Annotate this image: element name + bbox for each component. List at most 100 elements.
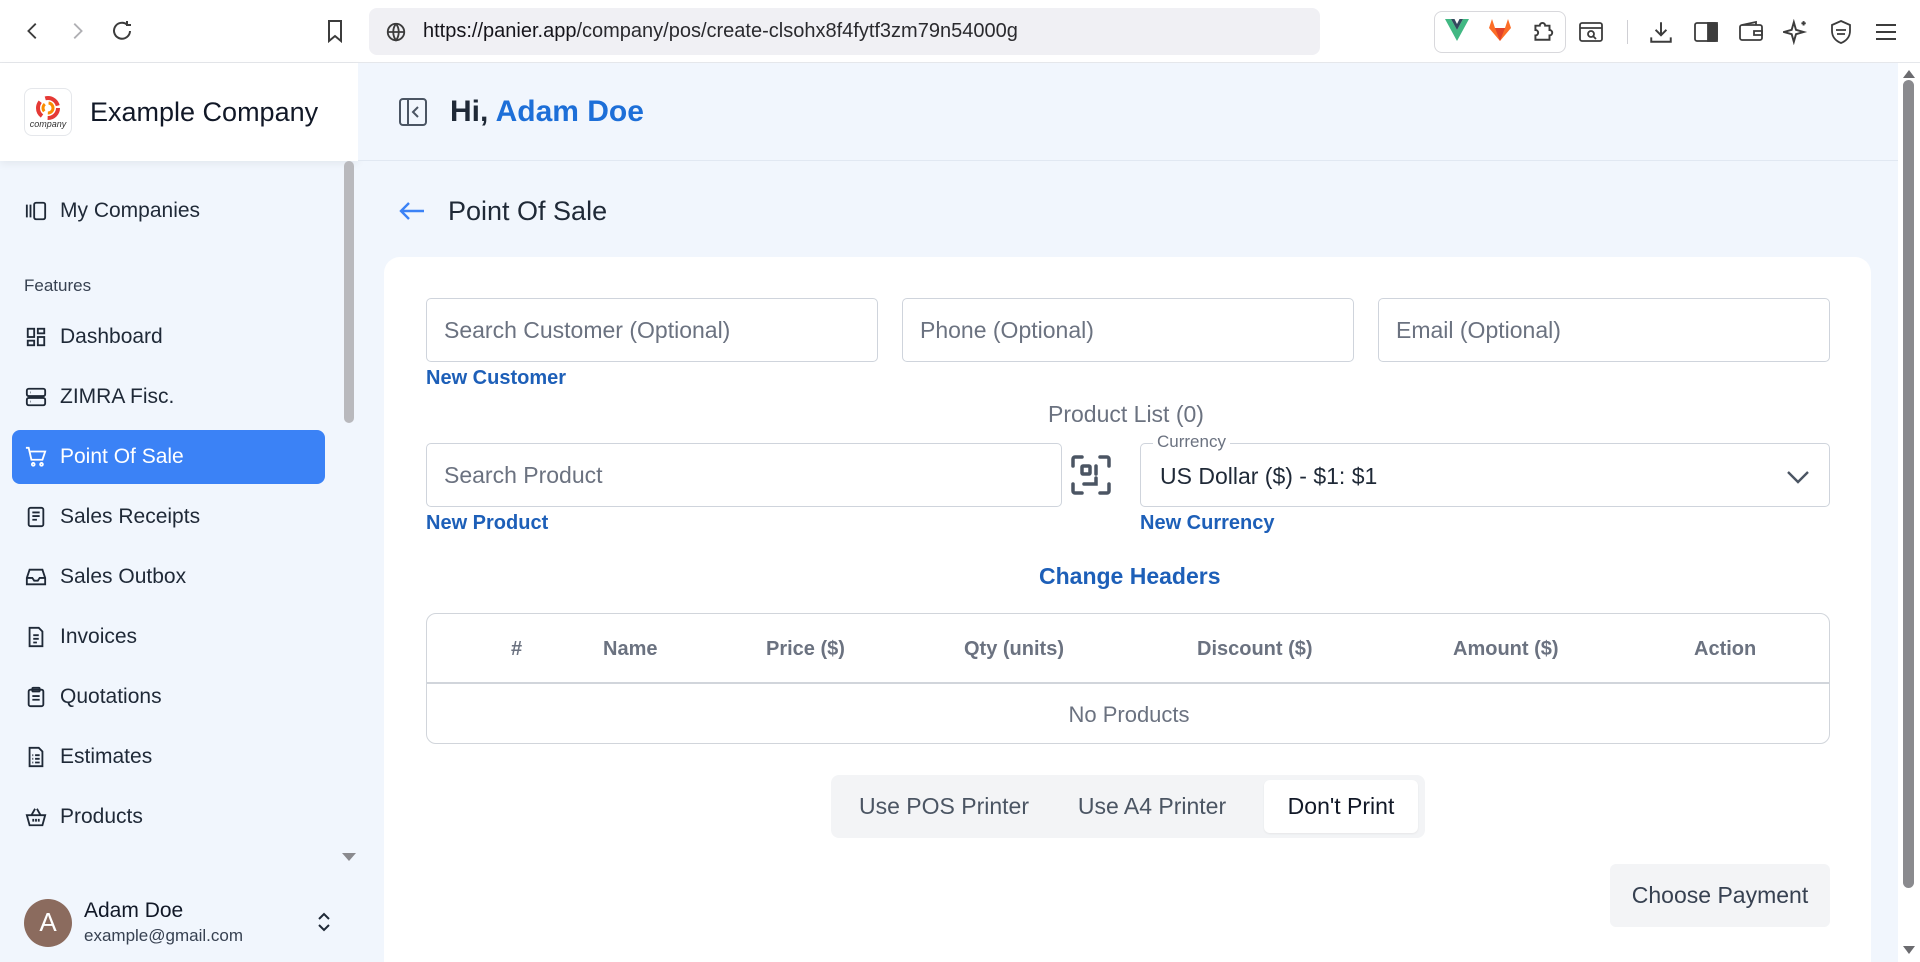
page-scrollbar-thumb[interactable]	[1903, 80, 1914, 888]
company-logo: company	[24, 88, 72, 136]
inbox-icon	[24, 565, 48, 589]
email-field[interactable]	[1378, 298, 1830, 362]
currency-select[interactable]: Currency US Dollar ($) - $1: $1	[1140, 432, 1830, 507]
table-header: # Name Price ($) Qty (units) Discount ($…	[427, 614, 1829, 684]
currency-label: Currency	[1153, 432, 1230, 452]
scroll-down-arrow-icon[interactable]	[340, 850, 358, 864]
greeting: Hi, Adam Doe	[450, 94, 644, 128]
sidebar-item-zimra[interactable]: ZIMRA Fisc.	[12, 370, 325, 424]
section-label-features: Features	[24, 276, 92, 295]
sidebar-icon[interactable]	[1690, 16, 1722, 48]
vue-extension-icon[interactable]	[1444, 18, 1470, 47]
sidebar-item-point-of-sale[interactable]: Point Of Sale	[12, 430, 325, 484]
dashboard-icon	[24, 325, 48, 349]
currency-value: US Dollar ($) - $1: $1	[1160, 463, 1378, 489]
url-text: https://panier.app/company/pos/create-cl…	[423, 20, 1018, 42]
use-pos-printer-button[interactable]: Use POS Printer	[837, 780, 1051, 833]
clipboard-icon	[24, 685, 48, 709]
column-header-amount: Amount ($)	[1453, 638, 1559, 660]
sidebar-item-label: Products	[60, 805, 143, 828]
menu-icon[interactable]	[1870, 16, 1902, 48]
sidebar: company Example Company My Companies Fea…	[0, 63, 358, 962]
email-input[interactable]	[1396, 316, 1801, 344]
product-search-input[interactable]	[444, 461, 1015, 489]
sidebar-item-label: My Companies	[60, 199, 201, 222]
sidebar-item-label: Invoices	[60, 625, 138, 648]
bookmark-icon[interactable]	[318, 14, 352, 48]
extensions-puzzle-icon[interactable]	[1530, 17, 1556, 48]
shield-icon[interactable]	[1825, 16, 1857, 48]
print-option-group: Use POS Printer Use A4 Printer Don't Pri…	[831, 775, 1425, 838]
product-list-label: Product List (0)	[1048, 401, 1204, 427]
dont-print-button[interactable]: Don't Print	[1264, 780, 1418, 833]
avatar: A	[24, 898, 72, 947]
scroll-down-arrow-icon[interactable]	[1900, 944, 1918, 956]
greeting-user-name: Adam Doe	[495, 94, 644, 128]
column-header-name: Name	[603, 638, 658, 660]
new-currency-link[interactable]: New Currency	[1140, 512, 1275, 535]
new-customer-link[interactable]: New Customer	[426, 367, 566, 390]
sidebar-item-label: Sales Outbox	[60, 565, 187, 588]
use-a4-printer-button[interactable]: Use A4 Printer	[1051, 780, 1253, 833]
choose-payment-button[interactable]: Choose Payment	[1610, 864, 1830, 927]
sidebar-item-products[interactable]: Products	[12, 790, 325, 844]
wallet-icon[interactable]	[1735, 16, 1767, 48]
user-email: example@gmail.com	[84, 926, 243, 945]
page-heading: Point Of Sale	[396, 191, 607, 231]
user-info: Adam Doe example@gmail.com	[84, 899, 243, 946]
site-info-icon[interactable]	[383, 19, 409, 45]
download-icon[interactable]	[1645, 16, 1677, 48]
list-doc-icon	[24, 745, 48, 769]
product-search-field[interactable]	[426, 443, 1062, 507]
sidebar-item-dashboard[interactable]: Dashboard	[12, 310, 325, 364]
sidebar-item-quotations[interactable]: Quotations	[12, 670, 325, 724]
invoice-icon	[24, 625, 48, 649]
sidebar-item-label: ZIMRA Fisc.	[60, 385, 175, 408]
sidebar-item-sales-outbox[interactable]: Sales Outbox	[12, 550, 325, 604]
forward-icon[interactable]	[60, 14, 94, 48]
column-header-action: Action	[1694, 638, 1757, 660]
pos-card	[384, 257, 1871, 962]
column-header-discount: Discount ($)	[1197, 638, 1313, 660]
sidebar-item-invoices[interactable]: Invoices	[12, 610, 325, 664]
cart-icon	[24, 445, 48, 469]
browser-toolbar: https://panier.app/company/pos/create-cl…	[0, 0, 1920, 63]
new-product-link[interactable]: New Product	[426, 512, 548, 535]
chevron-up-down-icon[interactable]	[312, 907, 336, 937]
receipt-icon	[24, 505, 48, 529]
empty-table-message: No Products	[1068, 702, 1190, 727]
search-page-icon[interactable]	[1575, 16, 1607, 48]
basket-icon	[24, 805, 48, 829]
sidebar-item-label: Quotations	[60, 685, 162, 708]
gitlab-extension-icon[interactable]	[1487, 18, 1513, 47]
sidebar-item-label: Estimates	[60, 745, 153, 768]
barcode-scan-icon[interactable]	[1068, 452, 1114, 498]
phone-field[interactable]	[902, 298, 1354, 362]
reload-icon[interactable]	[105, 14, 139, 48]
customer-search-field[interactable]	[426, 298, 878, 362]
company-name: Example Company	[90, 96, 319, 127]
sidebar-item-estimates[interactable]: Estimates	[12, 730, 325, 784]
collapse-sidebar-icon[interactable]	[396, 95, 430, 129]
top-header: Hi, Adam Doe	[358, 63, 1898, 161]
column-header-index: #	[511, 638, 523, 660]
server-icon	[24, 385, 48, 409]
column-header-price: Price ($)	[766, 638, 845, 660]
customer-search-input[interactable]	[444, 316, 849, 344]
sidebar-item-sales-receipts[interactable]: Sales Receipts	[12, 490, 325, 544]
page-title: Point Of Sale	[448, 195, 608, 226]
address-bar[interactable]: https://panier.app/company/pos/create-cl…	[369, 8, 1320, 55]
scroll-up-arrow-icon[interactable]	[1900, 68, 1918, 80]
user-profile[interactable]: A Adam Doe example@gmail.com	[0, 883, 358, 962]
phone-input[interactable]	[920, 316, 1325, 344]
back-arrow-icon[interactable]	[396, 195, 428, 227]
companies-icon	[24, 199, 48, 223]
sidebar-scrollbar-thumb[interactable]	[344, 161, 354, 423]
change-headers-link[interactable]: Change Headers	[1039, 563, 1221, 590]
toolbar-separator	[1627, 20, 1628, 44]
user-name: Adam Doe	[84, 899, 184, 922]
back-icon[interactable]	[16, 14, 50, 48]
sparkle-icon[interactable]	[1780, 16, 1812, 48]
brand-header[interactable]: company Example Company	[0, 63, 358, 161]
sidebar-item-my-companies[interactable]: My Companies	[12, 184, 325, 238]
